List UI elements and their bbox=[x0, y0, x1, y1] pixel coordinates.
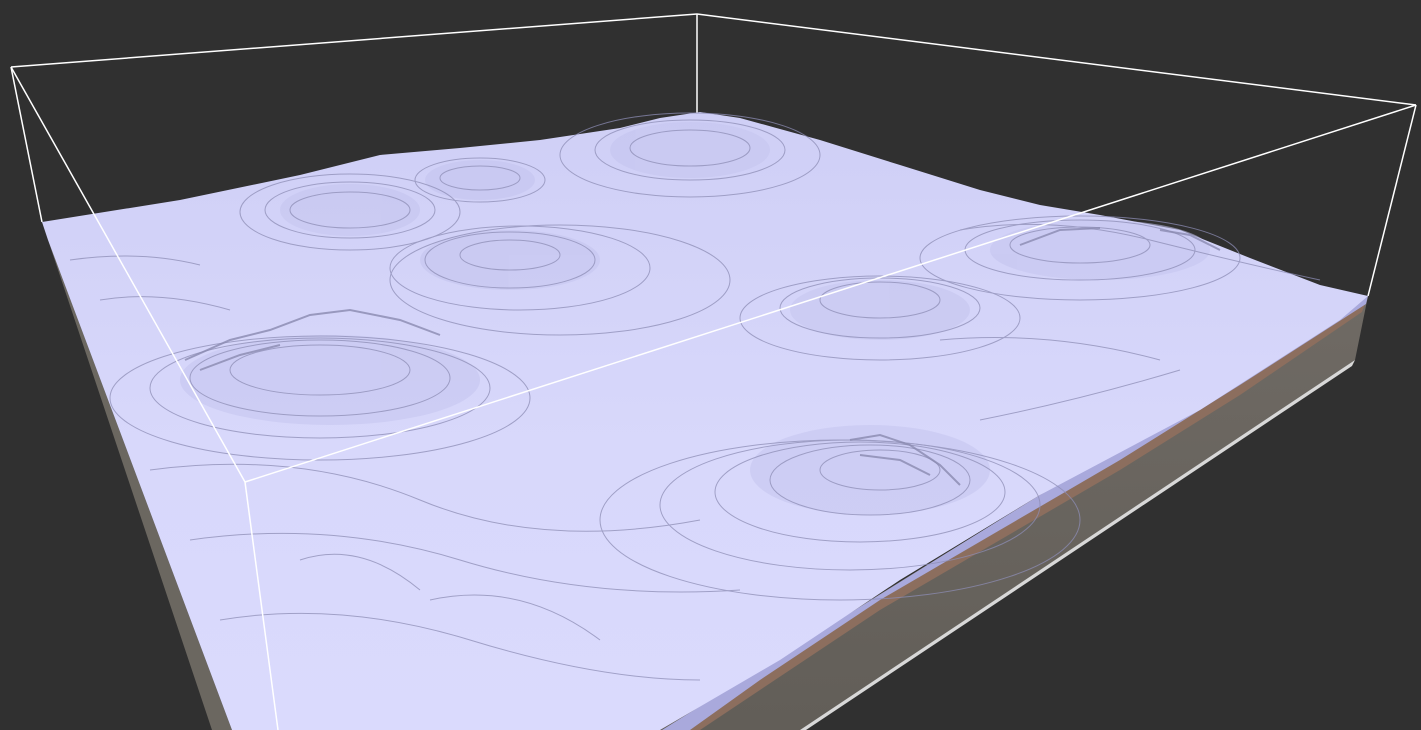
terrain-snow-surface bbox=[42, 112, 1368, 730]
3d-viewport[interactable] bbox=[0, 0, 1421, 730]
